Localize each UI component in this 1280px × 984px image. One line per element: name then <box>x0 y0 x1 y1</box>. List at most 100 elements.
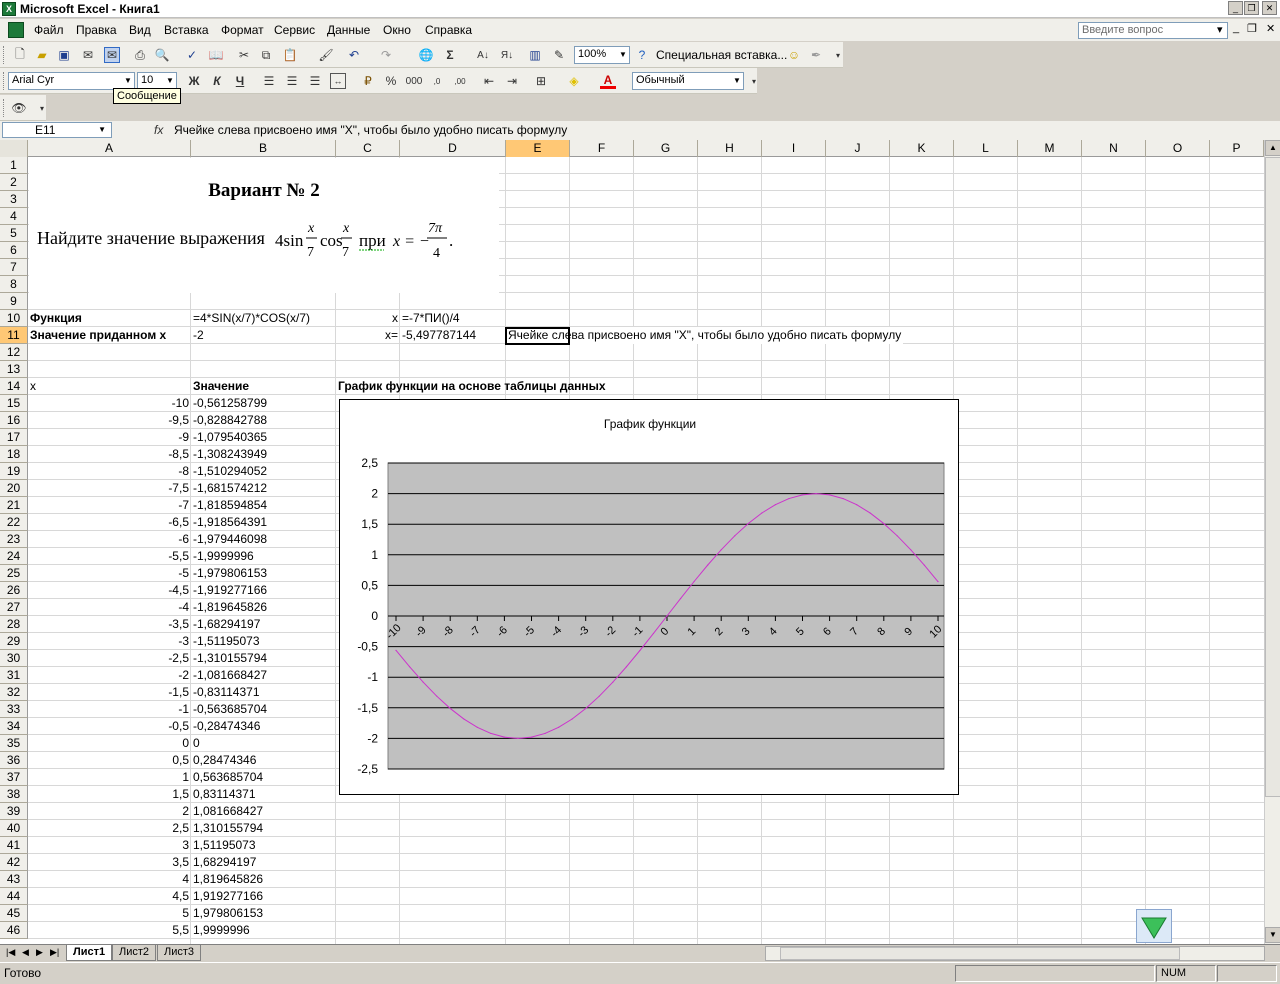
copy-icon[interactable]: ⧉ <box>258 47 274 63</box>
tab-sheet2[interactable]: Лист2 <box>112 945 157 961</box>
menu-tools[interactable]: Сервис <box>274 23 315 37</box>
research-icon[interactable]: 📖 <box>208 47 224 63</box>
cell-y-value[interactable]: -0,83114371 <box>191 684 262 701</box>
column-header-i[interactable]: I <box>762 140 826 157</box>
row-header-9[interactable]: 9 <box>0 293 28 310</box>
underline-icon[interactable]: Ч <box>232 73 248 89</box>
row-header-1[interactable]: 1 <box>0 157 28 174</box>
last-sheet-icon[interactable]: ▶| <box>50 947 59 958</box>
cell-x-value[interactable]: -8 <box>28 463 191 480</box>
row-header-30[interactable]: 30 <box>0 650 28 667</box>
cell-y-value[interactable]: -1,681574212 <box>191 480 269 497</box>
print-icon[interactable]: ⎙ <box>132 47 148 63</box>
row-header-17[interactable]: 17 <box>0 429 28 446</box>
column-header-n[interactable]: N <box>1082 140 1146 157</box>
cell-x-value[interactable]: 5 <box>28 905 191 922</box>
undo-icon[interactable]: ↶ <box>346 47 362 63</box>
row-header-8[interactable]: 8 <box>0 276 28 293</box>
cell-x-value[interactable]: -10 <box>28 395 191 412</box>
vertical-scrollbar[interactable]: ▲ ▼ <box>1264 140 1280 944</box>
cell-a10[interactable]: Функция <box>28 310 84 327</box>
cell-x-value[interactable]: -9,5 <box>28 412 191 429</box>
new-icon[interactable]: 🗋 <box>12 47 28 63</box>
doc-minimize-button[interactable]: _ <box>1233 22 1239 34</box>
insert-function-icon[interactable]: fx <box>154 123 163 137</box>
cell-y-value[interactable]: 1,51195073 <box>191 837 258 854</box>
align-center-icon[interactable]: ☰ <box>284 73 300 89</box>
cell-y-value[interactable]: -1,079540365 <box>191 429 269 446</box>
restore-button[interactable]: ❐ <box>1244 1 1259 15</box>
cell-y-value[interactable]: -0,828842788 <box>191 412 269 429</box>
next-sheet-icon[interactable]: ▶ <box>36 947 43 958</box>
cell-y-value[interactable]: -1,918564391 <box>191 514 269 531</box>
cell-style-select[interactable]: Обычный ▼ <box>632 72 744 90</box>
menu-file[interactable]: Файл <box>34 23 64 37</box>
scroll-up-icon[interactable]: ▲ <box>1265 140 1280 156</box>
cell-x-value[interactable]: -5 <box>28 565 191 582</box>
column-header-h[interactable]: H <box>698 140 762 157</box>
cell-y-value[interactable]: -1,979446098 <box>191 531 269 548</box>
decrease-decimal-icon[interactable]: ,00 <box>452 73 468 89</box>
hyperlink-icon[interactable]: 🌐 <box>418 47 434 63</box>
row-header-29[interactable]: 29 <box>0 633 28 650</box>
select-all-button[interactable] <box>0 140 28 157</box>
cell-y-value[interactable]: 0 <box>191 735 202 752</box>
function-chart[interactable]: График функции 2,5 2 1,5 1 0,5 0 -0,5 -1 -1,5 -2 -… <box>339 399 959 795</box>
toolbar-options-icon[interactable]: ▾ <box>830 47 846 63</box>
row-header-35[interactable]: 35 <box>0 735 28 752</box>
menu-data[interactable]: Данные <box>327 23 370 37</box>
tab-sheet1[interactable]: Лист1 <box>66 945 113 961</box>
align-left-icon[interactable]: ☰ <box>261 73 277 89</box>
row-header-16[interactable]: 16 <box>0 412 28 429</box>
row-header-43[interactable]: 43 <box>0 871 28 888</box>
row-header-13[interactable]: 13 <box>0 361 28 378</box>
menu-help[interactable]: Справка <box>425 23 472 37</box>
row-header-26[interactable]: 26 <box>0 582 28 599</box>
cut-icon[interactable]: ✂ <box>236 47 252 63</box>
row-header-42[interactable]: 42 <box>0 854 28 871</box>
chevron-down-icon[interactable]: ▾ <box>1217 23 1223 36</box>
toolbar-grip[interactable] <box>3 99 6 117</box>
font-color-icon[interactable]: A <box>600 73 616 89</box>
row-header-7[interactable]: 7 <box>0 259 28 276</box>
cell-y-value[interactable]: -1,979806153 <box>191 565 269 582</box>
cell-x-value[interactable]: -0,5 <box>28 718 191 735</box>
cell-x-value[interactable]: -1,5 <box>28 684 191 701</box>
thousands-icon[interactable]: 000 <box>406 73 423 89</box>
cell-x-value[interactable]: -5,5 <box>28 548 191 565</box>
toolbar-grip[interactable] <box>3 72 6 90</box>
cell-x-value[interactable]: 1,5 <box>28 786 191 803</box>
bold-icon[interactable]: Ж <box>186 73 202 89</box>
eye-icon[interactable]: 👁 <box>11 100 27 116</box>
row-header-39[interactable]: 39 <box>0 803 28 820</box>
row-header-41[interactable]: 41 <box>0 837 28 854</box>
cell-y-value[interactable]: 1,9999996 <box>191 922 252 939</box>
sort-ascending-icon[interactable]: A↓ <box>475 47 491 63</box>
row-header-2[interactable]: 2 <box>0 174 28 191</box>
row-header-23[interactable]: 23 <box>0 531 28 548</box>
help-icon[interactable]: ? <box>634 47 650 63</box>
align-right-icon[interactable]: ☰ <box>307 73 323 89</box>
cell-y-value[interactable]: -1,510294052 <box>191 463 269 480</box>
row-header-10[interactable]: 10 <box>0 310 28 327</box>
email-icon[interactable]: ✉ <box>104 47 120 63</box>
cell-x-value[interactable]: 2,5 <box>28 820 191 837</box>
vertical-scroll-thumb[interactable] <box>1265 157 1280 797</box>
cell-x-value[interactable]: -3,5 <box>28 616 191 633</box>
row-header-18[interactable]: 18 <box>0 446 28 463</box>
row-header-40[interactable]: 40 <box>0 820 28 837</box>
cell-y-value[interactable]: 0,28474346 <box>191 752 258 769</box>
cell-y-value[interactable]: 0,563685704 <box>191 769 265 786</box>
cell-y-value[interactable]: 1,310155794 <box>191 820 265 837</box>
row-header-36[interactable]: 36 <box>0 752 28 769</box>
column-header-d[interactable]: D <box>400 140 506 157</box>
cell-b14[interactable]: Значение <box>191 378 251 395</box>
column-header-c[interactable]: C <box>336 140 400 157</box>
cell-x-value[interactable]: 1 <box>28 769 191 786</box>
autosum-icon[interactable]: Σ <box>442 47 458 63</box>
column-header-m[interactable]: M <box>1018 140 1082 157</box>
row-header-15[interactable]: 15 <box>0 395 28 412</box>
close-button[interactable]: ✕ <box>1262 1 1277 15</box>
cell-x-value[interactable]: 4,5 <box>28 888 191 905</box>
decrease-indent-icon[interactable]: ⇤ <box>481 73 497 89</box>
